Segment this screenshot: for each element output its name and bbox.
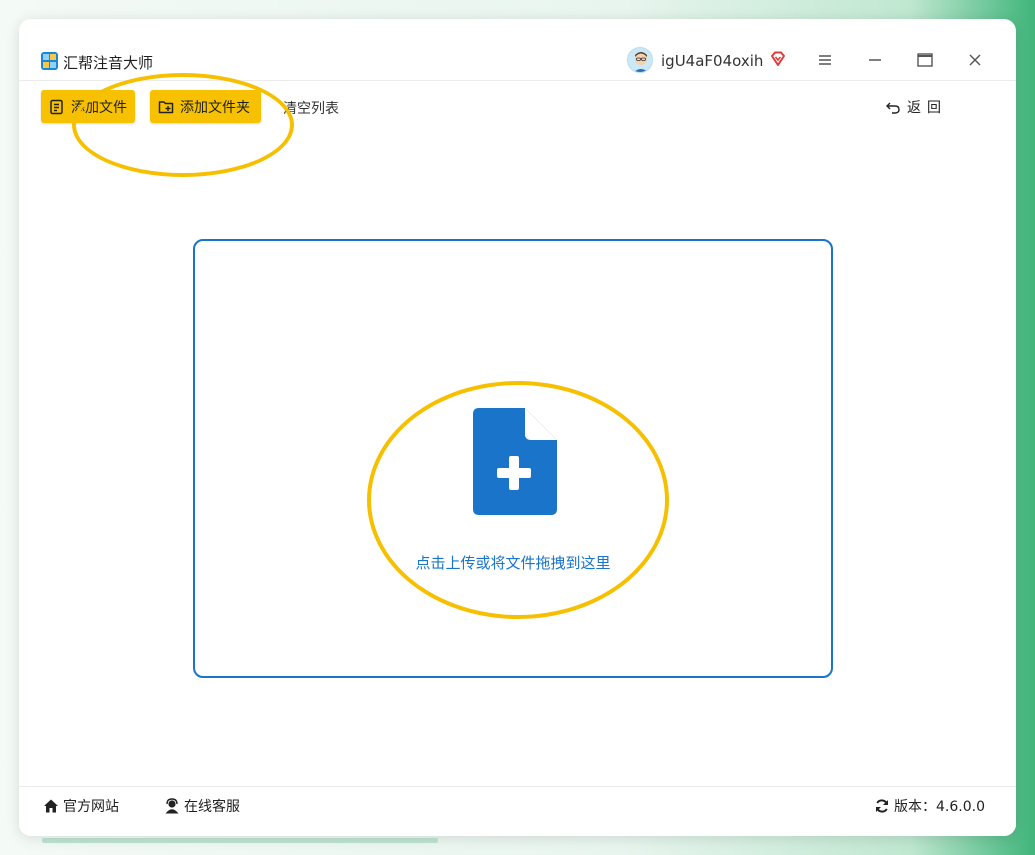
app-title: 汇帮注音大师 [63, 54, 154, 72]
refresh-icon [876, 799, 888, 813]
online-support-link[interactable]: 在线客服 [164, 796, 240, 816]
app-logo-icon [41, 52, 58, 70]
title-bar: 汇帮注音大师 igU4aF04oxih [19, 19, 1016, 81]
version-label: 版本：4.6.0.0 [894, 799, 985, 815]
folder-plus-icon [158, 100, 174, 113]
official-site-link[interactable]: 官方网站 [43, 796, 119, 816]
file-list-icon [50, 99, 63, 114]
file-drop-zone[interactable]: 点击上传或将文件拖拽到这里 [193, 239, 833, 678]
home-icon [44, 799, 58, 813]
footer-bar: 官方网站 在线客服 版本：4.6.0.0 [19, 786, 1016, 836]
app-window: 汇帮注音大师 igU4aF04oxih 添加文件 添加文件夹 清空列表 返回 点… [19, 19, 1016, 836]
menu-icon[interactable] [815, 50, 835, 70]
file-plus-icon [473, 408, 557, 515]
annotation-ellipse-toolbar [72, 73, 294, 177]
undo-arrow-icon [886, 102, 900, 114]
add-folder-label: 添加文件夹 [180, 99, 250, 116]
add-file-button[interactable]: 添加文件 [41, 90, 135, 123]
minimize-icon[interactable] [865, 50, 885, 70]
clear-list-button[interactable]: 清空列表 [283, 98, 339, 118]
close-icon[interactable] [965, 50, 985, 70]
add-folder-button[interactable]: 添加文件夹 [150, 90, 261, 123]
support-agent-icon [165, 798, 179, 814]
user-avatar[interactable] [627, 47, 653, 73]
version-info[interactable]: 版本：4.6.0.0 [874, 796, 985, 816]
back-button[interactable]: 返回 [885, 97, 947, 117]
online-support-label: 在线客服 [184, 799, 240, 815]
background-taskbar-strip [42, 838, 438, 843]
maximize-icon[interactable] [915, 50, 935, 70]
back-label: 返回 [907, 100, 947, 116]
diamond-icon[interactable] [769, 50, 787, 68]
username[interactable]: igU4aF04oxih [661, 52, 763, 70]
drop-hint-text: 点击上传或将文件拖拽到这里 [415, 554, 611, 572]
add-file-label: 添加文件 [71, 99, 127, 116]
official-site-label: 官方网站 [63, 799, 119, 815]
